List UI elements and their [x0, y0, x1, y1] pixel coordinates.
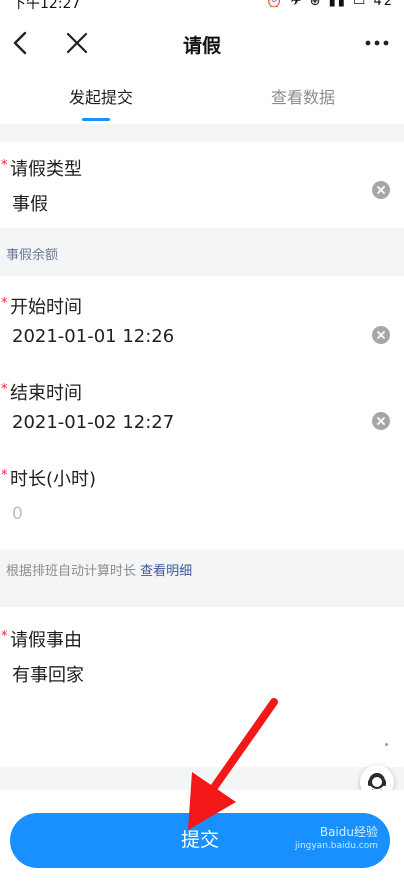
reason-textarea[interactable]: 有事回家: [12, 661, 84, 687]
required-mark: *: [1, 158, 8, 173]
reason-section: * 请假事由 有事回家: [0, 607, 404, 767]
clear-leave-type-button[interactable]: [372, 181, 390, 199]
required-mark: *: [1, 296, 8, 311]
page-title: 请假: [182, 35, 221, 57]
time-section: * 开始时间 2021-01-01 12:26 * 结束时间 2021-01-0…: [0, 276, 404, 550]
duration-label: 时长(小时): [10, 469, 97, 490]
watermark: Baidu经验 jingyan.baidu.com: [295, 825, 378, 853]
navbar: 请假: [0, 10, 404, 76]
clear-start-time-button[interactable]: [372, 326, 390, 344]
tab-view-data[interactable]: 查看数据: [202, 76, 404, 124]
duration-hint: 根据排班自动计算时长 查看明细: [6, 560, 192, 579]
end-time-field[interactable]: * 结束时间 2021-01-02 12:27: [0, 372, 404, 452]
view-details-link[interactable]: 查看明细: [140, 564, 192, 579]
more-button[interactable]: [364, 30, 390, 56]
status-bar: 下午12:27 ⏰ ✈ ⊕ ▮▮ ▭ 42: [0, 0, 404, 10]
duration-hint-text: 根据排班自动计算时长: [6, 564, 137, 579]
leave-balance-hint[interactable]: 事假余额: [6, 244, 58, 263]
clear-icon: [377, 417, 385, 425]
clear-icon: [377, 331, 385, 339]
watermark-url: jingyan.baidu.com: [294, 841, 378, 851]
start-time-label: 开始时间: [10, 297, 82, 318]
status-time: 下午12:27: [12, 0, 81, 10]
end-time-label: 结束时间: [10, 383, 82, 404]
reason-label: 请假事由: [10, 630, 82, 651]
leave-type-field[interactable]: * 请假类型 事假: [0, 148, 404, 228]
more-icon: [365, 40, 389, 46]
tab-bar: 发起提交 查看数据: [0, 76, 404, 124]
start-time-field[interactable]: * 开始时间 2021-01-01 12:26: [0, 286, 404, 366]
required-mark: *: [1, 382, 8, 397]
clear-icon: [377, 186, 385, 194]
end-time-value: 2021-01-02 12:27: [12, 412, 175, 433]
tab-indicator: [82, 118, 110, 121]
leave-type-section: * 请假类型 事假: [0, 142, 404, 228]
leave-type-label: 请假类型: [10, 159, 82, 180]
required-mark: *: [1, 629, 8, 644]
duration-input[interactable]: 0: [12, 504, 23, 524]
status-icons: ⏰ ✈ ⊕ ▮▮ ▭ 42: [266, 0, 394, 9]
duration-field[interactable]: * 时长(小时) 0: [0, 458, 404, 538]
resize-handle: [385, 743, 388, 746]
clear-end-time-button[interactable]: [372, 412, 390, 430]
required-mark: *: [1, 468, 8, 483]
tab-submit[interactable]: 发起提交: [0, 76, 202, 124]
reason-field[interactable]: * 请假事由 有事回家: [0, 619, 404, 767]
start-time-value: 2021-01-01 12:26: [12, 326, 175, 347]
watermark-brand: Baidu经验: [319, 825, 378, 839]
leave-type-value: 事假: [12, 194, 48, 215]
